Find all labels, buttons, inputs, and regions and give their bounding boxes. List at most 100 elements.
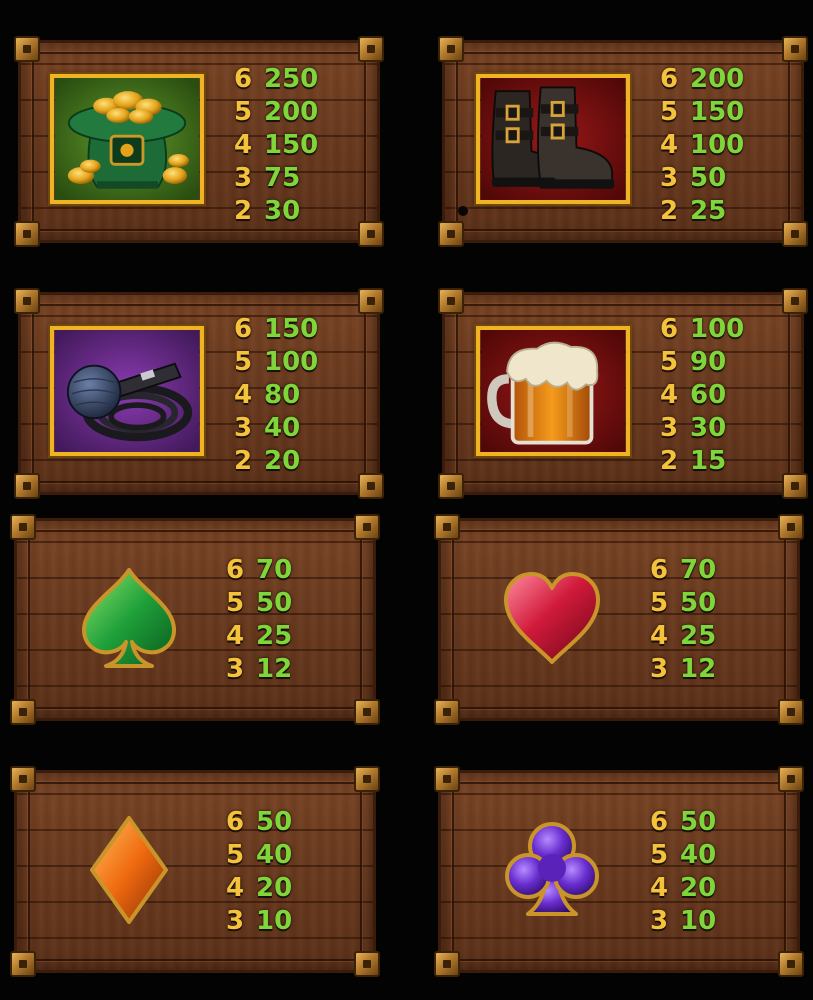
paytable-panel-hat: 6 250 5 200 4 150 3 75 2 30	[14, 36, 384, 247]
symbol-count: 2	[234, 446, 253, 476]
payout-row: 4 60	[660, 379, 744, 412]
payout-value: 30	[690, 413, 727, 443]
payout-row: 3 30	[660, 412, 744, 445]
symbol-count: 3	[234, 413, 253, 443]
payout-value: 70	[680, 555, 717, 585]
symbol-count: 4	[650, 873, 669, 903]
symbol-count: 2	[234, 196, 253, 226]
leprechaun-hat-with-gold-coins-icon	[50, 74, 204, 204]
payout-value: 25	[690, 196, 727, 226]
payout-value: 12	[256, 654, 293, 684]
payout-row: 5 200	[234, 96, 318, 129]
payout-row: 5 100	[234, 346, 318, 379]
paytable-panel-boots: 6 200 5 150 4 100 3 50 2 25	[438, 36, 808, 247]
payout-row: 3 40	[234, 412, 318, 445]
payout-row: 6 250	[234, 63, 318, 96]
symbol-count: 4	[226, 621, 245, 651]
payout-value: 20	[680, 873, 717, 903]
payout-row: 2 30	[234, 195, 318, 228]
payout-row: 5 90	[660, 346, 744, 379]
payout-row: 2 20	[234, 445, 318, 478]
payout-value: 40	[264, 413, 301, 443]
orange-diamond-icon	[90, 816, 168, 924]
paytable-panel-club: 6 50 5 40 4 20 3 10	[434, 766, 804, 977]
payout-row: 2 15	[660, 445, 744, 478]
payout-value: 40	[256, 840, 293, 870]
payout-row: 6 70	[226, 554, 292, 587]
symbol-count: 3	[226, 654, 245, 684]
symbol-count: 6	[234, 314, 253, 344]
paytable-panel-heart: 6 70 5 50 4 25 3 12	[434, 514, 804, 725]
purple-club-icon	[505, 822, 599, 916]
payout-row: 3 12	[226, 653, 292, 686]
symbol-count: 5	[234, 347, 253, 377]
payout-row: 3 50	[660, 162, 744, 195]
symbol-count: 6	[234, 64, 253, 94]
symbol-count: 6	[660, 64, 679, 94]
symbol-count: 4	[234, 130, 253, 160]
payout-value: 40	[680, 840, 717, 870]
symbol-count: 3	[650, 906, 669, 936]
red-heart-icon	[504, 572, 600, 664]
payout-value: 50	[680, 807, 717, 837]
payout-value: 25	[256, 621, 293, 651]
payout-value: 10	[256, 906, 293, 936]
symbol-count: 5	[660, 97, 679, 127]
buckled-boots-icon	[476, 74, 630, 204]
payout-row: 3 12	[650, 653, 716, 686]
payout-value: 90	[690, 347, 727, 377]
symbol-count: 2	[660, 446, 679, 476]
payout-list: 6 70 5 50 4 25 3 12	[650, 554, 716, 686]
payout-value: 150	[690, 97, 745, 127]
payout-value: 20	[264, 446, 301, 476]
payout-row: 6 150	[234, 313, 318, 346]
payout-value: 150	[264, 130, 319, 160]
payout-list: 6 70 5 50 4 25 3 12	[226, 554, 292, 686]
payout-value: 15	[690, 446, 727, 476]
payout-value: 70	[256, 555, 293, 585]
payout-row: 6 50	[650, 806, 716, 839]
payout-row: 5 50	[650, 587, 716, 620]
paytable-panel-diamond: 6 50 5 40 4 20 3 10	[10, 766, 380, 977]
payout-row: 4 150	[234, 129, 318, 162]
payout-value: 50	[680, 588, 717, 618]
symbol-count: 6	[226, 555, 245, 585]
payout-row: 3 10	[226, 905, 292, 938]
payout-row: 3 75	[234, 162, 318, 195]
payout-value: 80	[264, 380, 301, 410]
payout-row: 4 25	[650, 620, 716, 653]
paytable-panel-microphone: 6 150 5 100 4 80 3 40 2 20	[14, 288, 384, 499]
symbol-count: 5	[226, 588, 245, 618]
wood-knot	[458, 206, 468, 216]
payout-value: 150	[264, 314, 319, 344]
payout-value: 60	[690, 380, 727, 410]
payout-row: 6 100	[660, 313, 744, 346]
payout-value: 200	[690, 64, 745, 94]
symbol-count: 6	[660, 314, 679, 344]
payout-value: 100	[690, 314, 745, 344]
payout-row: 4 20	[650, 872, 716, 905]
symbol-count: 6	[650, 555, 669, 585]
symbol-count: 3	[660, 163, 679, 193]
payout-row: 6 70	[650, 554, 716, 587]
symbol-count: 4	[226, 873, 245, 903]
symbol-count: 5	[234, 97, 253, 127]
symbol-count: 3	[226, 906, 245, 936]
payout-row: 4 25	[226, 620, 292, 653]
payout-value: 10	[680, 906, 717, 936]
paytable-panel-beer: 6 100 5 90 4 60 3 30 2 15	[438, 288, 808, 499]
symbol-count: 4	[660, 380, 679, 410]
payout-list: 6 50 5 40 4 20 3 10	[650, 806, 716, 938]
payout-row: 2 25	[660, 195, 744, 228]
payout-value: 50	[690, 163, 727, 193]
payout-value: 50	[256, 807, 293, 837]
payout-row: 4 100	[660, 129, 744, 162]
green-spade-icon	[82, 568, 176, 668]
paytable-panel-spade: 6 70 5 50 4 25 3 12	[10, 514, 380, 725]
symbol-count: 6	[226, 807, 245, 837]
payout-list: 6 100 5 90 4 60 3 30 2 15	[660, 313, 744, 478]
payout-value: 30	[264, 196, 301, 226]
payout-row: 6 200	[660, 63, 744, 96]
microphone-icon	[50, 326, 204, 456]
payout-list: 6 150 5 100 4 80 3 40 2 20	[234, 313, 318, 478]
